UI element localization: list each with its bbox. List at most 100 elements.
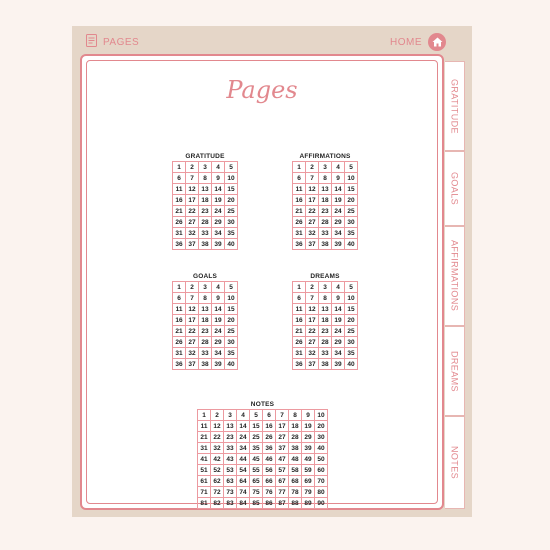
dreams-page-link[interactable]: 37 (306, 359, 319, 370)
gratitude-page-link[interactable]: 21 (173, 206, 186, 217)
dreams-page-link[interactable]: 27 (306, 337, 319, 348)
notes-page-link[interactable]: 68 (289, 476, 302, 487)
notes-page-link[interactable]: 26 (263, 432, 276, 443)
goals-page-link[interactable]: 28 (199, 337, 212, 348)
dreams-page-link[interactable]: 16 (293, 315, 306, 326)
notes-page-link[interactable]: 61 (198, 476, 211, 487)
goals-page-link[interactable]: 8 (199, 293, 212, 304)
gratitude-page-link[interactable]: 30 (225, 217, 238, 228)
notes-page-link[interactable]: 65 (250, 476, 263, 487)
notes-page-link[interactable]: 75 (250, 487, 263, 498)
affirmations-page-link[interactable]: 34 (332, 228, 345, 239)
affirmations-page-link[interactable]: 40 (345, 239, 358, 250)
affirmations-page-link[interactable]: 27 (306, 217, 319, 228)
goals-page-link[interactable]: 32 (186, 348, 199, 359)
dreams-page-link[interactable]: 21 (293, 326, 306, 337)
goals-page-link[interactable]: 20 (225, 315, 238, 326)
dreams-page-link[interactable]: 4 (332, 282, 345, 293)
gratitude-page-link[interactable]: 27 (186, 217, 199, 228)
gratitude-page-link[interactable]: 2 (186, 162, 199, 173)
dreams-page-link[interactable]: 11 (293, 304, 306, 315)
goals-page-link[interactable]: 23 (199, 326, 212, 337)
notes-page-link[interactable]: 4 (237, 410, 250, 421)
gratitude-page-link[interactable]: 24 (212, 206, 225, 217)
dreams-page-link[interactable]: 25 (345, 326, 358, 337)
goals-page-link[interactable]: 3 (199, 282, 212, 293)
dreams-page-link[interactable]: 19 (332, 315, 345, 326)
notes-page-link[interactable]: 84 (237, 498, 250, 509)
dreams-page-link[interactable]: 18 (319, 315, 332, 326)
notes-page-link[interactable]: 49 (302, 454, 315, 465)
goals-page-link[interactable]: 9 (212, 293, 225, 304)
notes-page-link[interactable]: 25 (250, 432, 263, 443)
notes-page-link[interactable]: 67 (276, 476, 289, 487)
affirmations-page-link[interactable]: 32 (306, 228, 319, 239)
gratitude-page-link[interactable]: 13 (199, 184, 212, 195)
goals-page-link[interactable]: 36 (173, 359, 186, 370)
notes-page-link[interactable]: 31 (198, 443, 211, 454)
affirmations-page-link[interactable]: 10 (345, 173, 358, 184)
affirmations-page-link[interactable]: 21 (293, 206, 306, 217)
notes-page-link[interactable]: 89 (302, 498, 315, 509)
notes-page-link[interactable]: 60 (315, 465, 328, 476)
goals-page-link[interactable]: 37 (186, 359, 199, 370)
notes-page-link[interactable]: 10 (315, 410, 328, 421)
notes-page-link[interactable]: 5 (250, 410, 263, 421)
notes-page-link[interactable]: 82 (211, 498, 224, 509)
dreams-page-link[interactable]: 15 (345, 304, 358, 315)
notes-page-link[interactable]: 64 (237, 476, 250, 487)
goals-page-link[interactable]: 17 (186, 315, 199, 326)
dreams-page-link[interactable]: 1 (293, 282, 306, 293)
affirmations-page-link[interactable]: 26 (293, 217, 306, 228)
notes-page-link[interactable]: 23 (224, 432, 237, 443)
dreams-page-link[interactable]: 24 (332, 326, 345, 337)
notes-page-link[interactable]: 9 (302, 410, 315, 421)
gratitude-page-link[interactable]: 31 (173, 228, 186, 239)
goals-page-link[interactable]: 1 (173, 282, 186, 293)
goals-page-link[interactable]: 11 (173, 304, 186, 315)
goals-page-link[interactable]: 40 (225, 359, 238, 370)
gratitude-page-link[interactable]: 29 (212, 217, 225, 228)
notes-page-link[interactable]: 72 (211, 487, 224, 498)
affirmations-page-link[interactable]: 18 (319, 195, 332, 206)
affirmations-page-link[interactable]: 16 (293, 195, 306, 206)
notes-page-link[interactable]: 13 (224, 421, 237, 432)
notes-page-link[interactable]: 2 (211, 410, 224, 421)
gratitude-page-link[interactable]: 7 (186, 173, 199, 184)
notes-page-link[interactable]: 44 (237, 454, 250, 465)
gratitude-page-link[interactable]: 36 (173, 239, 186, 250)
pages-nav-button[interactable]: PAGES (86, 32, 139, 52)
affirmations-page-link[interactable]: 23 (319, 206, 332, 217)
affirmations-page-link[interactable]: 1 (293, 162, 306, 173)
affirmations-page-link[interactable]: 12 (306, 184, 319, 195)
gratitude-page-link[interactable]: 10 (225, 173, 238, 184)
notes-page-link[interactable]: 47 (276, 454, 289, 465)
notes-page-link[interactable]: 27 (276, 432, 289, 443)
notes-page-link[interactable]: 39 (302, 443, 315, 454)
notes-page-link[interactable]: 66 (263, 476, 276, 487)
gratitude-page-link[interactable]: 26 (173, 217, 186, 228)
notes-page-link[interactable]: 22 (211, 432, 224, 443)
goals-page-link[interactable]: 27 (186, 337, 199, 348)
notes-page-link[interactable]: 70 (315, 476, 328, 487)
dreams-page-link[interactable]: 8 (319, 293, 332, 304)
goals-page-link[interactable]: 14 (212, 304, 225, 315)
affirmations-page-link[interactable]: 11 (293, 184, 306, 195)
gratitude-page-link[interactable]: 17 (186, 195, 199, 206)
notes-page-link[interactable]: 15 (250, 421, 263, 432)
dreams-page-link[interactable]: 33 (319, 348, 332, 359)
gratitude-page-link[interactable]: 8 (199, 173, 212, 184)
affirmations-page-link[interactable]: 9 (332, 173, 345, 184)
notes-page-link[interactable]: 32 (211, 443, 224, 454)
notes-page-link[interactable]: 73 (224, 487, 237, 498)
notes-page-link[interactable]: 36 (263, 443, 276, 454)
notes-page-link[interactable]: 43 (224, 454, 237, 465)
notes-page-link[interactable]: 24 (237, 432, 250, 443)
notes-page-link[interactable]: 85 (250, 498, 263, 509)
gratitude-page-link[interactable]: 15 (225, 184, 238, 195)
affirmations-page-link[interactable]: 29 (332, 217, 345, 228)
notes-page-link[interactable]: 28 (289, 432, 302, 443)
dreams-page-link[interactable]: 5 (345, 282, 358, 293)
notes-page-link[interactable]: 83 (224, 498, 237, 509)
notes-page-link[interactable]: 51 (198, 465, 211, 476)
